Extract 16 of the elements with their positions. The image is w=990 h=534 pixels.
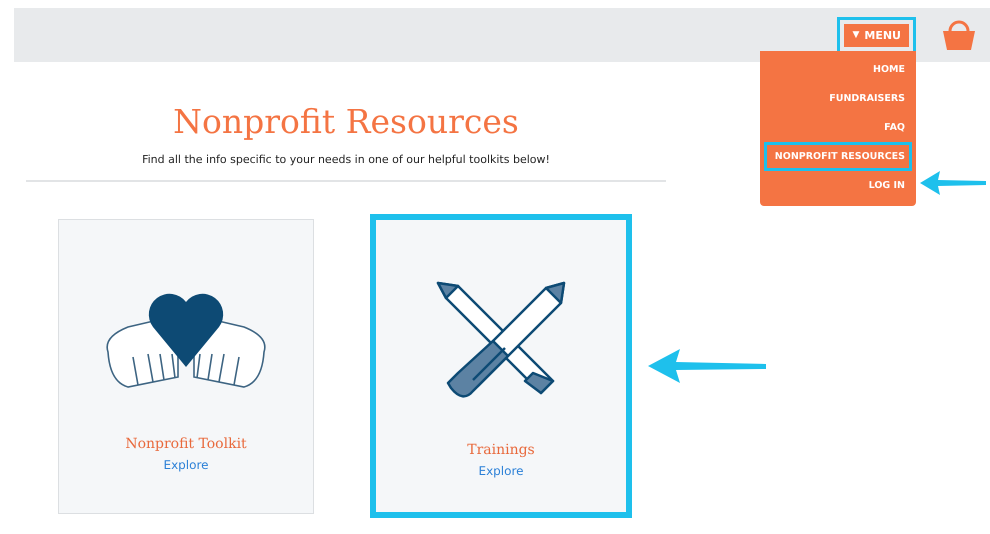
menu-button[interactable]: ▼ MENU — [844, 24, 909, 46]
menu-item[interactable]: HOME — [764, 54, 912, 84]
card-title: Trainings — [467, 442, 535, 458]
menu-item[interactable]: NONPROFIT RESOURCES — [764, 142, 912, 170]
page-subtitle: Find all the info specific to your needs in one of our helpful toolkits below! — [142, 153, 550, 166]
resource-card[interactable]: Trainings Explore — [370, 214, 632, 518]
pointer-arrow — [918, 168, 988, 198]
menu-item[interactable]: LOG IN — [764, 170, 912, 200]
card-title: Nonprofit Toolkit — [125, 436, 247, 452]
page-title: Nonprofit Resources — [173, 102, 519, 141]
menu-item[interactable]: FUNDRAISERS — [764, 84, 912, 112]
explore-link[interactable]: Explore — [478, 464, 524, 478]
resource-card[interactable]: Nonprofit Toolkit Explore — [58, 218, 314, 514]
basket-icon[interactable] — [942, 19, 976, 51]
menu-item[interactable]: FAQ — [764, 112, 912, 142]
explore-link[interactable]: Explore — [163, 458, 209, 472]
